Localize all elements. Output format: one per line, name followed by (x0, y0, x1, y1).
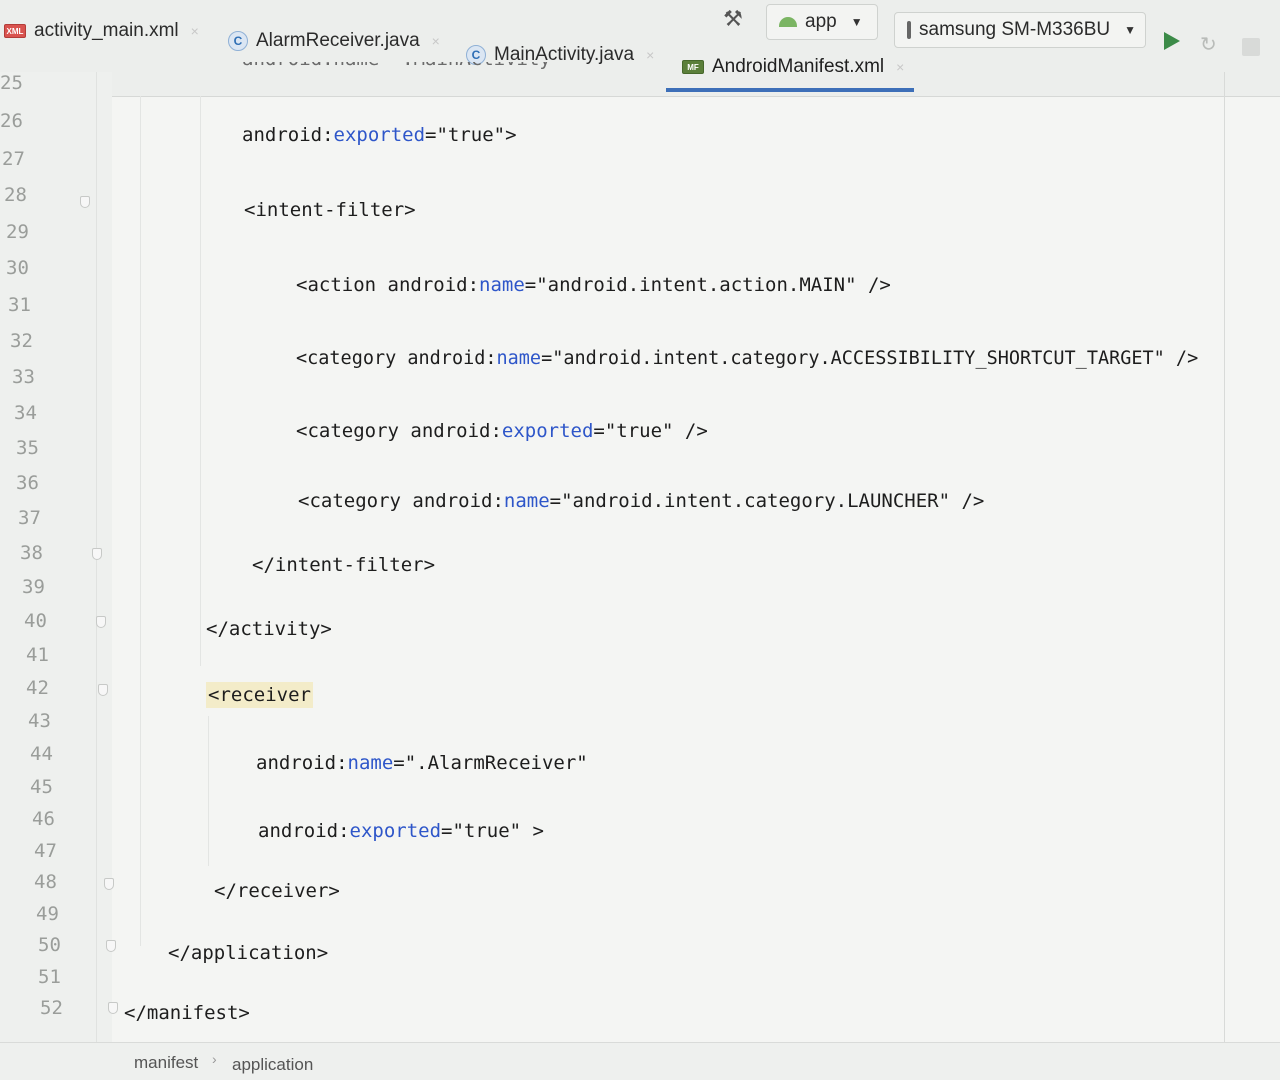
fold-marker-icon[interactable] (96, 616, 106, 628)
line-number: 43 (28, 710, 51, 732)
line-number: 30 (6, 257, 29, 279)
apply-changes-icon[interactable]: ↻ (1200, 32, 1222, 56)
breadcrumb-item-manifest[interactable]: manifest (134, 1053, 198, 1073)
xml-file-icon: XML (4, 24, 26, 38)
line-number: 47 (34, 840, 57, 862)
line-number: 27 (2, 148, 25, 170)
fold-marker-icon[interactable] (92, 548, 102, 560)
fold-marker-icon[interactable] (104, 878, 114, 890)
line-number: 40 (24, 610, 47, 632)
line-number: 31 (8, 294, 31, 316)
line-number: 49 (36, 903, 59, 925)
run-play-icon[interactable] (1164, 32, 1180, 50)
breadcrumb-item-application[interactable]: application (232, 1055, 313, 1075)
close-icon[interactable]: × (432, 33, 440, 49)
tab-label: AndroidManifest.xml (712, 56, 885, 77)
run-configuration-dropdown[interactable]: app ▼ (766, 4, 878, 40)
line-number: 32 (10, 330, 33, 352)
close-icon[interactable]: × (646, 47, 654, 63)
chevron-right-icon: › (212, 1051, 217, 1067)
stop-icon[interactable] (1242, 38, 1260, 56)
tab-activity-main-xml[interactable]: XML activity_main.xml × (4, 16, 199, 46)
line-number: 44 (30, 743, 53, 765)
line-number: 36 (16, 472, 39, 494)
build-hammer-icon[interactable]: ⚒ (720, 6, 746, 32)
android-studio-window: XML activity_main.xml × C AlarmReceiver.… (0, 0, 1280, 1080)
device-label: samsung SM-M336BU (919, 19, 1111, 40)
code-line-category-launcher[interactable]: <category android:name="android.intent.c… (298, 490, 984, 512)
manifest-file-icon: MF (682, 60, 704, 74)
code-line-receiver-exported[interactable]: android:exported="true" > (258, 820, 544, 842)
android-icon (779, 17, 797, 27)
fold-marker-icon[interactable] (106, 940, 116, 952)
caret-bracket-highlight: <receiver (206, 682, 313, 708)
right-margin-guide (1224, 72, 1225, 1042)
code-line-manifest-close[interactable]: </manifest> (124, 1002, 250, 1024)
indent-guide (140, 96, 141, 946)
line-number: 52 (40, 997, 63, 1019)
phone-icon (907, 21, 911, 39)
chevron-down-icon: ▼ (850, 15, 863, 29)
indent-guide (208, 716, 209, 866)
line-number: 28 (4, 184, 27, 206)
code-line-intent-filter-open[interactable]: <intent-filter> (244, 199, 416, 221)
line-number: 50 (38, 934, 61, 956)
code-line-application-close[interactable]: </application> (168, 942, 328, 964)
code-line-intent-filter-close[interactable]: </intent-filter> (252, 554, 435, 576)
breadcrumb: manifest › application (0, 1042, 1280, 1080)
code-line-category-accessibility[interactable]: <category android:name="android.intent.c… (296, 348, 1198, 369)
line-number: 41 (26, 644, 49, 666)
line-number: 51 (38, 966, 61, 988)
tab-alarm-receiver-java[interactable]: C AlarmReceiver.java × (228, 26, 440, 56)
code-line-category-exported[interactable]: <category android:exported="true" /> (296, 420, 708, 442)
device-selector-dropdown[interactable]: samsung SM-M336BU ▼ (894, 12, 1146, 48)
tab-android-manifest-xml[interactable]: MF AndroidManifest.xml × (682, 52, 904, 82)
line-number: 37 (18, 507, 41, 529)
line-number: 38 (20, 542, 43, 564)
editor-tab-bar: XML activity_main.xml × C AlarmReceiver.… (0, 0, 1280, 97)
tab-label: AlarmReceiver.java (256, 30, 420, 51)
code-line-action-main[interactable]: <action android:name="android.intent.act… (296, 274, 891, 296)
line-number: 45 (30, 776, 53, 798)
line-number: 25 (0, 72, 23, 94)
chevron-down-icon: ▼ (1124, 23, 1137, 37)
close-icon[interactable]: × (896, 59, 904, 75)
close-icon[interactable]: × (191, 23, 199, 39)
fold-marker-icon[interactable] (98, 684, 108, 696)
line-number: 33 (12, 366, 35, 388)
line-number: 46 (32, 808, 55, 830)
run-configuration-label: app (805, 11, 837, 32)
code-line-exported-activity[interactable]: android:exported="true"> (242, 124, 517, 146)
line-number: 48 (34, 871, 57, 893)
line-number: 29 (6, 221, 29, 243)
line-number: 34 (14, 402, 37, 424)
tab-label: activity_main.xml (34, 20, 179, 41)
fold-marker-icon[interactable] (80, 196, 90, 208)
line-number: 42 (26, 677, 49, 699)
code-line-receiver-close[interactable]: </receiver> (214, 880, 340, 902)
line-number: 35 (16, 437, 39, 459)
code-line-activity-close[interactable]: </activity> (206, 618, 332, 640)
java-class-icon: C (228, 31, 248, 51)
line-number: 26 (0, 110, 23, 132)
code-line-receiver-name[interactable]: android:name=".AlarmReceiver" (256, 752, 588, 774)
fold-marker-icon[interactable] (108, 1002, 118, 1014)
indent-guide (200, 96, 201, 666)
active-tab-indicator (666, 88, 914, 92)
line-number: 39 (22, 576, 45, 598)
code-line-receiver-open[interactable]: <receiver (206, 682, 313, 708)
